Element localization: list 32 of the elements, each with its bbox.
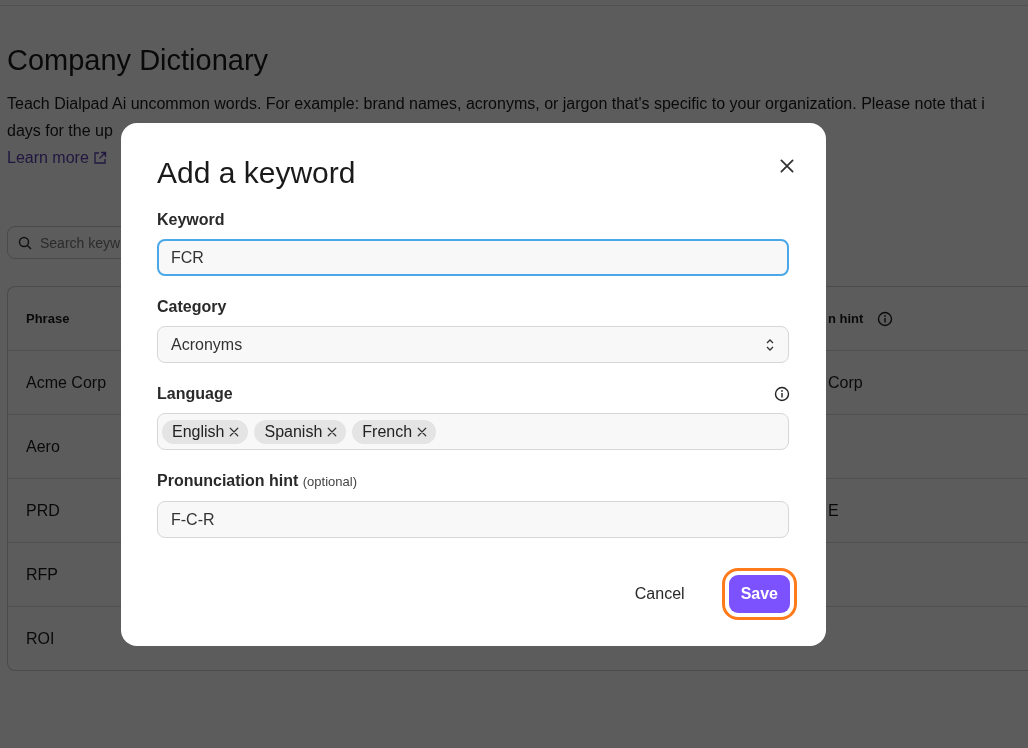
page-title: Company Dictionary [7,43,270,78]
field-label: Pronunciation hint (optional) [157,471,357,491]
table-cell: Acme Corp [26,373,107,392]
table-cell: RFP [26,565,58,584]
language-field[interactable]: English Spanish French [157,413,789,450]
column-header: n hint [828,311,864,326]
table-cell: PRD [26,501,60,520]
external-link-icon [92,150,107,165]
search-icon [18,235,32,250]
language-tag[interactable]: English [162,419,249,444]
table-cell: ROI [26,629,55,648]
remove-icon[interactable] [326,425,339,438]
text-field[interactable]: FCR [157,239,789,276]
chevron-icon [765,337,775,352]
column-header: Phrase [26,311,70,326]
info-icon[interactable] [774,386,790,402]
description-text: Teach Dialpad Ai uncommon words. For example: brand names, acronyms, or jargon that's specific to your organization. Please note that i [7,94,986,114]
table-cell: E [828,501,839,520]
cancel-button[interactable]: Cancel [622,575,697,613]
description-text: days for the up [7,121,114,141]
field-label: Category [157,297,227,317]
remove-icon[interactable] [228,425,241,438]
dialog-title: Add a keyword [157,155,356,191]
language-tag[interactable]: French [352,419,437,444]
remove-icon[interactable] [416,425,429,438]
language-tag[interactable]: Spanish [254,419,347,444]
table-cell: Corp [828,373,863,392]
text-field[interactable]: F-C-R [157,501,789,538]
table-cell: Aero [26,437,60,456]
field-label: Language [157,384,233,404]
category-select[interactable]: Acronyms [157,326,789,363]
close-icon[interactable] [778,157,796,175]
